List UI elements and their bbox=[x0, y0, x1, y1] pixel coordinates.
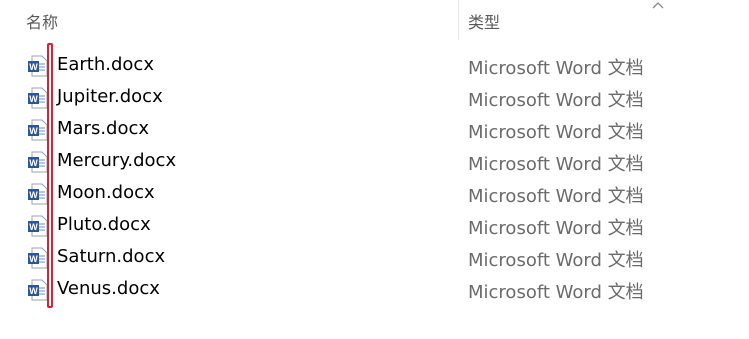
file-type: Microsoft Word 文档 bbox=[468, 186, 644, 207]
svg-text:W: W bbox=[29, 222, 38, 232]
file-type: Microsoft Word 文档 bbox=[468, 58, 644, 79]
column-divider[interactable] bbox=[458, 0, 459, 40]
word-document-icon: W bbox=[28, 247, 48, 269]
file-row[interactable]: W Mars.docx Microsoft Word 文档 bbox=[0, 114, 749, 146]
file-row[interactable]: W Jupiter.docx Microsoft Word 文档 bbox=[0, 82, 749, 114]
file-row[interactable]: W Earth.docx Microsoft Word 文档 bbox=[0, 50, 749, 82]
file-row[interactable]: W Venus.docx Microsoft Word 文档 bbox=[0, 274, 749, 306]
type-column-header[interactable]: 类型 bbox=[468, 9, 500, 33]
file-row[interactable]: W Saturn.docx Microsoft Word 文档 bbox=[0, 242, 749, 274]
svg-text:W: W bbox=[29, 190, 38, 200]
sort-ascending-icon bbox=[652, 2, 664, 9]
file-list: W Earth.docx Microsoft Word 文档 W Jupiter… bbox=[0, 50, 749, 306]
file-name[interactable]: Venus.docx bbox=[57, 278, 160, 299]
highlight-annotation-box bbox=[47, 43, 53, 308]
file-type: Microsoft Word 文档 bbox=[468, 218, 644, 239]
column-header-row: 名称 类型 bbox=[0, 0, 749, 40]
svg-text:W: W bbox=[29, 126, 38, 136]
word-document-icon: W bbox=[28, 119, 48, 141]
svg-text:W: W bbox=[29, 62, 38, 72]
svg-text:W: W bbox=[29, 254, 38, 264]
svg-text:W: W bbox=[29, 286, 38, 296]
file-name[interactable]: Earth.docx bbox=[57, 54, 154, 75]
name-column-header[interactable]: 名称 bbox=[26, 9, 58, 33]
word-document-icon: W bbox=[28, 183, 48, 205]
file-row[interactable]: W Pluto.docx Microsoft Word 文档 bbox=[0, 210, 749, 242]
word-document-icon: W bbox=[28, 87, 48, 109]
file-type: Microsoft Word 文档 bbox=[468, 122, 644, 143]
file-type: Microsoft Word 文档 bbox=[468, 154, 644, 175]
file-row[interactable]: W Moon.docx Microsoft Word 文档 bbox=[0, 178, 749, 210]
svg-text:W: W bbox=[29, 94, 38, 104]
word-document-icon: W bbox=[28, 279, 48, 301]
file-name[interactable]: Mercury.docx bbox=[57, 150, 176, 171]
word-document-icon: W bbox=[28, 151, 48, 173]
file-name[interactable]: Saturn.docx bbox=[57, 246, 165, 267]
file-name[interactable]: Pluto.docx bbox=[57, 214, 151, 235]
file-type: Microsoft Word 文档 bbox=[468, 282, 644, 303]
file-row[interactable]: W Mercury.docx Microsoft Word 文档 bbox=[0, 146, 749, 178]
file-type: Microsoft Word 文档 bbox=[468, 90, 644, 111]
word-document-icon: W bbox=[28, 215, 48, 237]
file-name[interactable]: Jupiter.docx bbox=[57, 86, 163, 107]
svg-text:W: W bbox=[29, 158, 38, 168]
file-name[interactable]: Mars.docx bbox=[57, 118, 149, 139]
file-type: Microsoft Word 文档 bbox=[468, 250, 644, 271]
file-name[interactable]: Moon.docx bbox=[57, 182, 155, 203]
word-document-icon: W bbox=[28, 55, 48, 77]
